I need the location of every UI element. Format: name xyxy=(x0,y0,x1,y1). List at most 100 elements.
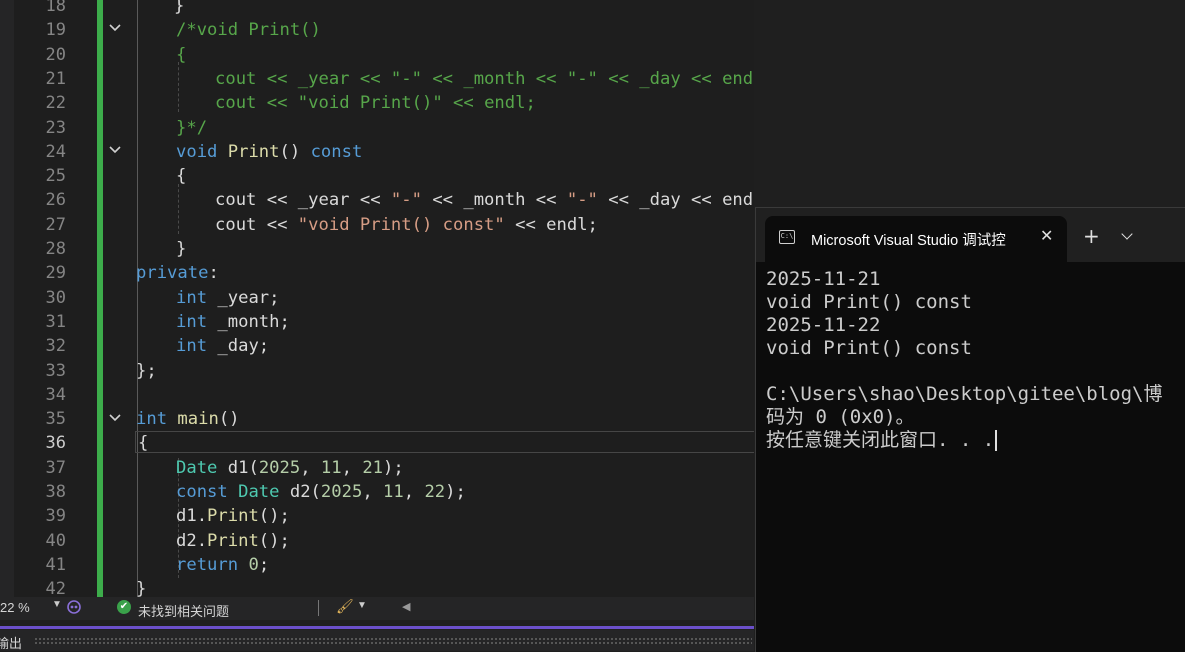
terminal-line: void Print() const xyxy=(766,291,972,313)
code-editor[interactable]: 18 19 20 21 22 23 24 25 26 27 28 29 30 31 32 33 34 35 36 37… xyxy=(0,0,754,597)
indent-guide xyxy=(137,0,138,597)
code-line[interactable]: Date d1(2025, 11, 21); xyxy=(176,456,404,480)
code-token: _day; xyxy=(207,336,270,357)
code-line[interactable]: { xyxy=(176,164,186,188)
code-line[interactable]: } xyxy=(176,237,186,261)
code-line[interactable]: int _month; xyxy=(176,310,290,334)
current-line-highlight xyxy=(135,431,754,453)
terminal-tab[interactable]: C:\ Microsoft Visual Studio 调试控 ✕ xyxy=(765,216,1067,262)
code-token: int xyxy=(176,287,208,308)
line-number: 25 xyxy=(45,166,66,187)
output-panel-header[interactable]: 输出 xyxy=(0,630,754,651)
change-tracking-bar xyxy=(97,0,103,597)
code-line[interactable]: } xyxy=(136,577,146,597)
code-token: cout << xyxy=(215,93,298,114)
line-number: 30 xyxy=(45,287,66,308)
code-token: }*/ xyxy=(176,117,208,138)
editor-status-bar: 22 % ▼ ✔ 未找到相关问题 🖌 ▼ ◀ xyxy=(0,597,754,620)
debug-console-window[interactable]: C:\ Microsoft Visual Studio 调试控 ✕ + 2025… xyxy=(755,207,1185,652)
code-line[interactable]: cout << "void Print()" << endl; xyxy=(215,91,536,115)
output-panel-title[interactable]: 输出 xyxy=(0,633,22,652)
code-token: const xyxy=(176,482,228,502)
fold-chevron-icon[interactable] xyxy=(107,142,123,158)
fold-chevron-icon[interactable] xyxy=(107,20,123,36)
line-number: 39 xyxy=(45,506,66,527)
line-number: 31 xyxy=(45,311,66,332)
code-token: "-" xyxy=(390,190,422,211)
line-number: 23 xyxy=(45,117,66,138)
code-token: _year; xyxy=(207,287,280,308)
code-token: 2025 xyxy=(320,482,363,502)
code-token: Print xyxy=(227,141,280,162)
fold-chevron-icon[interactable] xyxy=(107,410,123,426)
code-token: } xyxy=(176,239,187,259)
code-token: d2. xyxy=(176,530,208,551)
code-token: void xyxy=(176,141,218,162)
new-tab-icon[interactable]: + xyxy=(1083,224,1100,248)
code-token: const xyxy=(310,141,363,162)
code-token: Print xyxy=(207,530,259,551)
code-line[interactable]: /*void Print() xyxy=(176,18,321,42)
code-line[interactable]: cout << _year << "-" << _month << "-" <<… xyxy=(215,188,754,212)
zoom-level[interactable]: 22 % xyxy=(0,600,30,615)
line-number: 20 xyxy=(45,44,66,65)
code-token: ); xyxy=(383,457,404,478)
terminal-output[interactable]: 2025-11-21 void Print() const 2025-11-22 vo… xyxy=(766,268,1163,452)
check-circle-icon: ✔ xyxy=(117,600,131,614)
panel-drag-grip[interactable] xyxy=(34,637,752,644)
code-cleanup-dropdown-icon[interactable]: ▼ xyxy=(357,600,367,611)
close-tab-icon[interactable]: ✕ xyxy=(1040,226,1053,245)
line-number: 24 xyxy=(45,141,66,162)
code-token: "void Print()" xyxy=(297,93,443,114)
code-token: () xyxy=(218,409,240,430)
code-token: _month; xyxy=(207,311,290,332)
code-line[interactable]: int _year; xyxy=(176,286,279,310)
code-line[interactable]: cout << "void Print() const" << endl; xyxy=(215,213,598,237)
code-token: , xyxy=(403,482,425,502)
chevron-down-icon[interactable] xyxy=(1121,228,1133,240)
code-token: /*void Print() xyxy=(176,20,321,41)
code-cleanup-icon[interactable]: 🖌 xyxy=(336,598,354,615)
line-number: 19 xyxy=(45,20,66,41)
line-number: 38 xyxy=(45,482,66,502)
code-line[interactable]: }; xyxy=(136,359,157,383)
code-line[interactable]: d2.Print(); xyxy=(176,529,290,553)
code-line[interactable]: int main() xyxy=(136,407,240,431)
code-line[interactable]: { xyxy=(138,431,148,455)
code-line[interactable]: { xyxy=(176,43,186,67)
code-token: ); xyxy=(445,482,466,502)
code-token: } xyxy=(136,579,147,597)
line-number: 26 xyxy=(45,190,66,211)
code-token: (); xyxy=(258,506,290,527)
code-token: << _day << endl; xyxy=(608,190,754,211)
code-line[interactable]: d1.Print(); xyxy=(176,504,290,528)
copilot-icon[interactable] xyxy=(66,599,82,615)
code-line[interactable]: cout << _year << "-" << _month << "-" <<… xyxy=(215,67,754,91)
code-token: () xyxy=(279,141,301,162)
code-line[interactable]: void Print() const xyxy=(176,140,362,164)
code-line[interactable]: } xyxy=(174,0,184,18)
scroll-left-icon[interactable]: ◀ xyxy=(402,600,410,613)
code-token: "-" xyxy=(566,190,598,211)
line-number: 27 xyxy=(45,214,66,235)
code-token: 2025 xyxy=(258,457,301,478)
code-line[interactable]: }*/ xyxy=(176,116,207,140)
line-number: 41 xyxy=(45,554,66,575)
code-token: cout << xyxy=(215,214,298,235)
issues-status[interactable]: 未找到相关问题 xyxy=(138,601,229,620)
zoom-dropdown-icon[interactable]: ▼ xyxy=(52,599,62,610)
indent-guide xyxy=(178,184,179,234)
code-line[interactable]: private: xyxy=(136,261,219,285)
code-line[interactable]: int _day; xyxy=(176,334,269,358)
code-token: { xyxy=(176,44,187,65)
code-token: "void Print() const" xyxy=(297,214,505,235)
code-token: d1. xyxy=(176,506,208,527)
text-cursor xyxy=(995,430,998,451)
code-line[interactable]: return 0; xyxy=(176,553,269,577)
code-token: ; xyxy=(258,554,270,575)
terminal-line: 按任意键关闭此窗口. . . xyxy=(766,429,1163,452)
output-panel-accent xyxy=(0,626,754,629)
code-line[interactable]: const Date d2(2025, 11, 22); xyxy=(176,480,466,504)
